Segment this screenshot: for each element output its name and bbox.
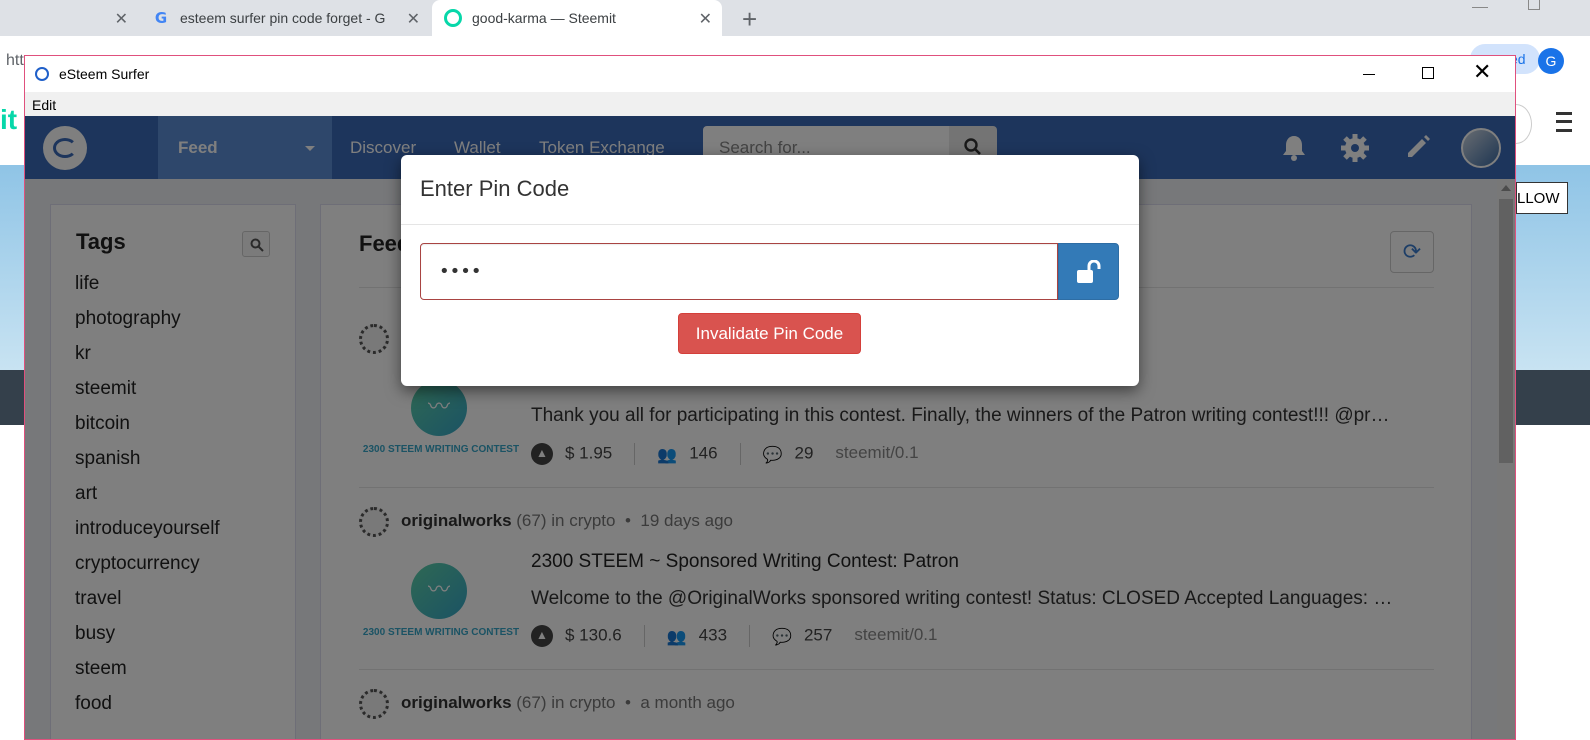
- modal-title: Enter Pin Code: [420, 176, 570, 201]
- steemit-icon: [444, 9, 462, 27]
- hamburger-icon: [1556, 112, 1572, 132]
- maximize-icon[interactable]: [1422, 67, 1434, 79]
- menu-edit[interactable]: Edit: [32, 97, 56, 113]
- browser-tab-strip: ✕ G esteem surfer pin code forget - G ✕ …: [0, 0, 1590, 36]
- window-title: eSteem Surfer: [59, 66, 150, 82]
- tab-label: good-karma — Steemit: [472, 10, 616, 26]
- tab-close-icon[interactable]: ✕: [699, 9, 712, 29]
- browser-minimize-icon[interactable]: [1472, 0, 1488, 8]
- address-bar-fragment[interactable]: htt: [6, 52, 24, 70]
- pin-code-modal: Enter Pin Code Invalidate Pin Code: [401, 155, 1139, 386]
- tab-close-icon[interactable]: ✕: [115, 9, 128, 29]
- invalidate-pin-button[interactable]: Invalidate Pin Code: [678, 313, 861, 354]
- modal-header: Enter Pin Code: [401, 155, 1139, 225]
- minimize-icon[interactable]: [1363, 74, 1375, 75]
- google-icon: G: [154, 9, 168, 27]
- browser-tab-steemit[interactable]: good-karma — Steemit ✕: [432, 0, 722, 36]
- unlock-button[interactable]: [1058, 243, 1119, 300]
- background-bar-right: [1516, 370, 1590, 425]
- esteem-app-icon: [35, 67, 49, 81]
- menu-bar: Edit: [25, 92, 1515, 116]
- unlock-icon: [1077, 260, 1101, 283]
- tab-label: esteem surfer pin code forget - G: [180, 10, 386, 26]
- background-bar: [0, 370, 24, 425]
- esteem-window: eSteem Surfer ✕ Edit Feed Discover Walle…: [24, 55, 1516, 740]
- background-logo-fragment: it: [0, 104, 18, 135]
- tab-close-icon[interactable]: ✕: [407, 9, 420, 29]
- window-titlebar: eSteem Surfer ✕: [25, 56, 1515, 92]
- background-follow-button: LLOW: [1516, 182, 1568, 214]
- browser-maximize-icon[interactable]: [1528, 0, 1540, 10]
- background-banner: [0, 165, 24, 370]
- browser-tab[interactable]: ✕: [0, 0, 138, 36]
- browser-tab-google[interactable]: G esteem surfer pin code forget - G ✕: [140, 0, 430, 36]
- profile-avatar[interactable]: G: [1538, 48, 1564, 74]
- close-icon[interactable]: ✕: [1473, 60, 1491, 85]
- new-tab-button[interactable]: +: [742, 4, 757, 35]
- pin-code-input[interactable]: [420, 243, 1058, 300]
